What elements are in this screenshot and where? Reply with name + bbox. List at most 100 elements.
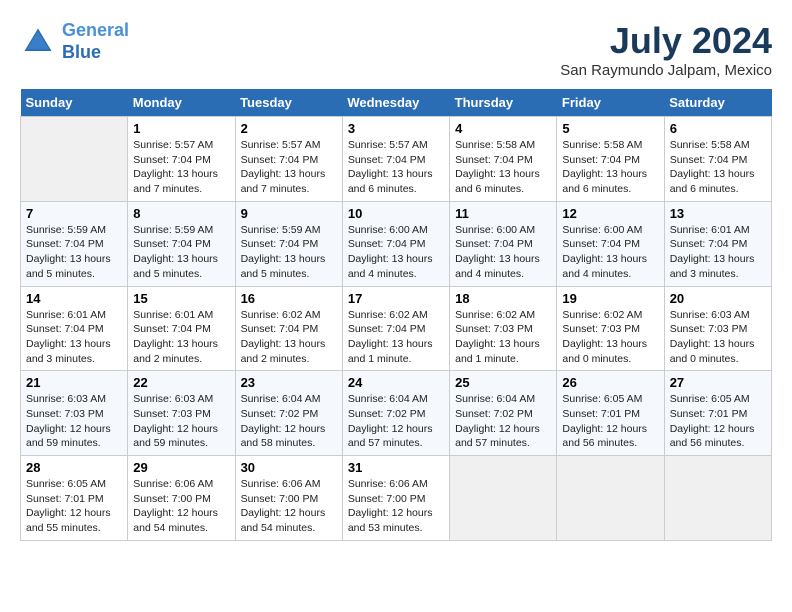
day-info: Sunrise: 6:01 AMSunset: 7:04 PMDaylight:… [133,308,229,367]
logo-line2: Blue [62,42,101,62]
calendar-day-cell: 16Sunrise: 6:02 AMSunset: 7:04 PMDayligh… [235,286,342,371]
day-number: 25 [455,375,551,390]
day-info: Sunrise: 5:58 AMSunset: 7:04 PMDaylight:… [562,138,658,197]
calendar-day-cell: 7 Sunrise: 5:59 AMSunset: 7:04 PMDaylight… [21,201,128,286]
calendar-day-cell: 13Sunrise: 6:01 AMSunset: 7:04 PMDayligh… [664,201,771,286]
day-of-week-header: Friday [557,89,664,117]
calendar-day-cell: 17 Sunrise: 6:02 AMSunset: 7:04 PMDayligh… [342,286,449,371]
calendar-week-row: 7 Sunrise: 5:59 AMSunset: 7:04 PMDaylight… [21,201,772,286]
calendar-day-cell: 22 Sunrise: 6:03 AMSunset: 7:03 PMDayligh… [128,371,235,456]
day-info: Sunrise: 6:03 AMSunset: 7:03 PMDaylight:… [670,308,766,367]
calendar-week-row: 21 Sunrise: 6:03 AMSunset: 7:03 PMDayligh… [21,371,772,456]
day-number: 28 [26,460,122,475]
logo: General Blue [20,20,129,63]
day-number: 11 [455,206,551,221]
logo-text: General Blue [62,20,129,63]
day-of-week-header: Saturday [664,89,771,117]
calendar-day-cell: 21 Sunrise: 6:03 AMSunset: 7:03 PMDayligh… [21,371,128,456]
day-info: Sunrise: 6:03 AMSunset: 7:03 PMDaylight:… [26,392,122,451]
day-number: 24 [348,375,444,390]
day-number: 15 [133,291,229,306]
calendar-day-cell: 8Sunrise: 5:59 AMSunset: 7:04 PMDaylight… [128,201,235,286]
day-number: 3 [348,121,444,136]
calendar-day-cell: 24Sunrise: 6:04 AMSunset: 7:02 PMDayligh… [342,371,449,456]
day-of-week-header: Wednesday [342,89,449,117]
month-title: July 2024 [560,20,772,62]
day-info: Sunrise: 6:05 AMSunset: 7:01 PMDaylight:… [670,392,766,451]
calendar-day-cell: 1 Sunrise: 5:57 AMSunset: 7:04 PMDaylight… [128,117,235,202]
calendar-day-cell: 27 Sunrise: 6:05 AMSunset: 7:01 PMDayligh… [664,371,771,456]
day-of-week-header: Tuesday [235,89,342,117]
day-info: Sunrise: 6:02 AMSunset: 7:03 PMDaylight:… [562,308,658,367]
day-number: 4 [455,121,551,136]
day-info: Sunrise: 6:04 AMSunset: 7:02 PMDaylight:… [241,392,337,451]
day-number: 23 [241,375,337,390]
day-info: Sunrise: 6:05 AMSunset: 7:01 PMDaylight:… [26,477,122,536]
logo-icon [20,24,56,60]
day-info: Sunrise: 6:05 AMSunset: 7:01 PMDaylight:… [562,392,658,451]
day-info: Sunrise: 6:01 AMSunset: 7:04 PMDaylight:… [26,308,122,367]
calendar-day-cell: 14Sunrise: 6:01 AMSunset: 7:04 PMDayligh… [21,286,128,371]
calendar-week-row: 14Sunrise: 6:01 AMSunset: 7:04 PMDayligh… [21,286,772,371]
day-number: 18 [455,291,551,306]
day-number: 7 [26,206,122,221]
day-info: Sunrise: 6:01 AMSunset: 7:04 PMDaylight:… [670,223,766,282]
day-number: 1 [133,121,229,136]
day-number: 26 [562,375,658,390]
day-info: Sunrise: 6:06 AMSunset: 7:00 PMDaylight:… [133,477,229,536]
day-of-week-header: Monday [128,89,235,117]
calendar-day-cell [21,117,128,202]
day-number: 31 [348,460,444,475]
day-info: Sunrise: 6:03 AMSunset: 7:03 PMDaylight:… [133,392,229,451]
day-info: Sunrise: 5:59 AMSunset: 7:04 PMDaylight:… [26,223,122,282]
day-info: Sunrise: 6:02 AMSunset: 7:03 PMDaylight:… [455,308,551,367]
day-info: Sunrise: 5:57 AMSunset: 7:04 PMDaylight:… [133,138,229,197]
day-number: 22 [133,375,229,390]
day-info: Sunrise: 6:00 AMSunset: 7:04 PMDaylight:… [348,223,444,282]
calendar-day-cell: 9Sunrise: 5:59 AMSunset: 7:04 PMDaylight… [235,201,342,286]
day-number: 21 [26,375,122,390]
calendar-day-cell: 3 Sunrise: 5:57 AMSunset: 7:04 PMDaylight… [342,117,449,202]
calendar-day-cell: 23 Sunrise: 6:04 AMSunset: 7:02 PMDayligh… [235,371,342,456]
day-number: 2 [241,121,337,136]
calendar-day-cell: 25 Sunrise: 6:04 AMSunset: 7:02 PMDayligh… [450,371,557,456]
calendar-day-cell: 12Sunrise: 6:00 AMSunset: 7:04 PMDayligh… [557,201,664,286]
day-of-week-header: Sunday [21,89,128,117]
day-info: Sunrise: 6:06 AMSunset: 7:00 PMDaylight:… [348,477,444,536]
day-number: 10 [348,206,444,221]
day-number: 16 [241,291,337,306]
day-number: 19 [562,291,658,306]
calendar-day-cell: 10 Sunrise: 6:00 AMSunset: 7:04 PMDayligh… [342,201,449,286]
day-info: Sunrise: 6:02 AMSunset: 7:04 PMDaylight:… [348,308,444,367]
calendar-day-cell [557,456,664,541]
title-block: July 2024 San Raymundo Jalpam, Mexico [560,20,772,79]
day-info: Sunrise: 6:04 AMSunset: 7:02 PMDaylight:… [455,392,551,451]
calendar-day-cell: 5 Sunrise: 5:58 AMSunset: 7:04 PMDaylight… [557,117,664,202]
calendar-day-cell [450,456,557,541]
day-number: 17 [348,291,444,306]
calendar-day-cell: 2 Sunrise: 5:57 AMSunset: 7:04 PMDaylight… [235,117,342,202]
day-info: Sunrise: 5:57 AMSunset: 7:04 PMDaylight:… [348,138,444,197]
calendar-table: SundayMondayTuesdayWednesdayThursdayFrid… [20,89,772,541]
day-info: Sunrise: 5:57 AMSunset: 7:04 PMDaylight:… [241,138,337,197]
calendar-day-cell: 6Sunrise: 5:58 AMSunset: 7:04 PMDaylight… [664,117,771,202]
calendar-header-row: SundayMondayTuesdayWednesdayThursdayFrid… [21,89,772,117]
calendar-week-row: 1 Sunrise: 5:57 AMSunset: 7:04 PMDaylight… [21,117,772,202]
day-number: 30 [241,460,337,475]
day-number: 27 [670,375,766,390]
day-number: 5 [562,121,658,136]
day-number: 6 [670,121,766,136]
day-number: 9 [241,206,337,221]
calendar-day-cell [664,456,771,541]
calendar-day-cell: 31 Sunrise: 6:06 AMSunset: 7:00 PMDayligh… [342,456,449,541]
calendar-day-cell: 11 Sunrise: 6:00 AMSunset: 7:04 PMDayligh… [450,201,557,286]
day-info: Sunrise: 5:58 AMSunset: 7:04 PMDaylight:… [455,138,551,197]
logo-line1: General [62,20,129,40]
calendar-week-row: 28 Sunrise: 6:05 AMSunset: 7:01 PMDayligh… [21,456,772,541]
calendar-day-cell: 28 Sunrise: 6:05 AMSunset: 7:01 PMDayligh… [21,456,128,541]
calendar-day-cell: 29 Sunrise: 6:06 AMSunset: 7:00 PMDayligh… [128,456,235,541]
day-of-week-header: Thursday [450,89,557,117]
day-number: 12 [562,206,658,221]
day-number: 29 [133,460,229,475]
day-info: Sunrise: 6:00 AMSunset: 7:04 PMDaylight:… [455,223,551,282]
